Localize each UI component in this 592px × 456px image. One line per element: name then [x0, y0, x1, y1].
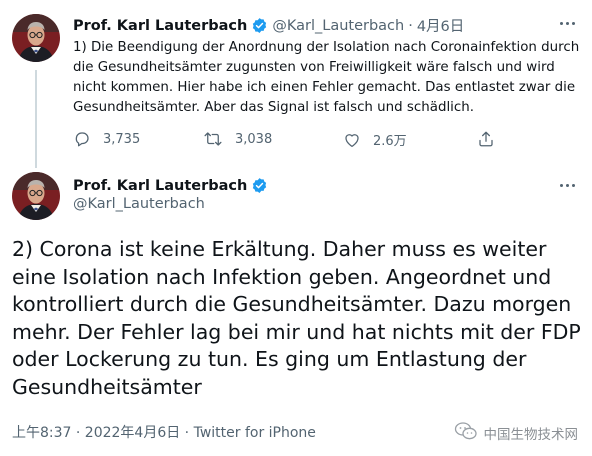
like-count: 2.6万: [373, 134, 407, 149]
author-name[interactable]: Prof. Karl Lauterbach: [73, 178, 247, 194]
watermark: 中国生物技术网: [454, 421, 579, 445]
reply-button[interactable]: 3,735: [73, 130, 140, 148]
reply-icon: [73, 130, 91, 148]
retweet-count: 3,038: [235, 131, 273, 147]
tweet-meta: 上午8:37 · 2022年4月6日 · Twitter for iPhone: [12, 422, 316, 442]
retweet-button[interactable]: 3,038: [203, 130, 272, 148]
more-icon[interactable]: [560, 184, 575, 187]
tweet-date[interactable]: 4月6日: [417, 15, 464, 36]
avatar[interactable]: [12, 172, 60, 220]
author-handle[interactable]: @Karl_Lauterbach: [272, 18, 404, 34]
tweet-timestamp[interactable]: 上午8:37 · 2022年4月6日 ·: [12, 425, 194, 441]
thread-connector: [35, 70, 37, 168]
tweet2-header: Prof. Karl Lauterbach: [73, 177, 272, 194]
tweet2-body: 2) Corona ist keine Erkältung. Daher mus…: [12, 237, 581, 399]
heart-icon: [343, 131, 361, 149]
header-separator: ·: [408, 17, 413, 34]
tweet1-header: Prof. Karl Lauterbach @Karl_Lauterbach ·…: [73, 15, 464, 36]
share-icon: [477, 130, 495, 148]
reply-count: 3,735: [103, 131, 141, 147]
verified-badge-icon: [251, 177, 268, 194]
tweet1-actions: 3,735 3,038 2.6万: [73, 130, 503, 152]
verified-badge-icon: [251, 17, 268, 34]
more-icon[interactable]: [560, 22, 575, 25]
wechat-icon: [454, 421, 478, 445]
avatar[interactable]: [12, 14, 60, 62]
watermark-text: 中国生物技术网: [483, 427, 579, 443]
author-name[interactable]: Prof. Karl Lauterbach: [73, 18, 247, 34]
tweet1-body: 1) Die Beendigung der Anordnung der Isol…: [73, 40, 580, 115]
retweet-icon: [203, 130, 223, 148]
author-handle[interactable]: @Karl_Lauterbach: [73, 196, 205, 212]
like-button[interactable]: 2.6万: [343, 130, 407, 149]
share-button[interactable]: [477, 130, 495, 148]
tweet-source[interactable]: Twitter for iPhone: [194, 425, 316, 441]
